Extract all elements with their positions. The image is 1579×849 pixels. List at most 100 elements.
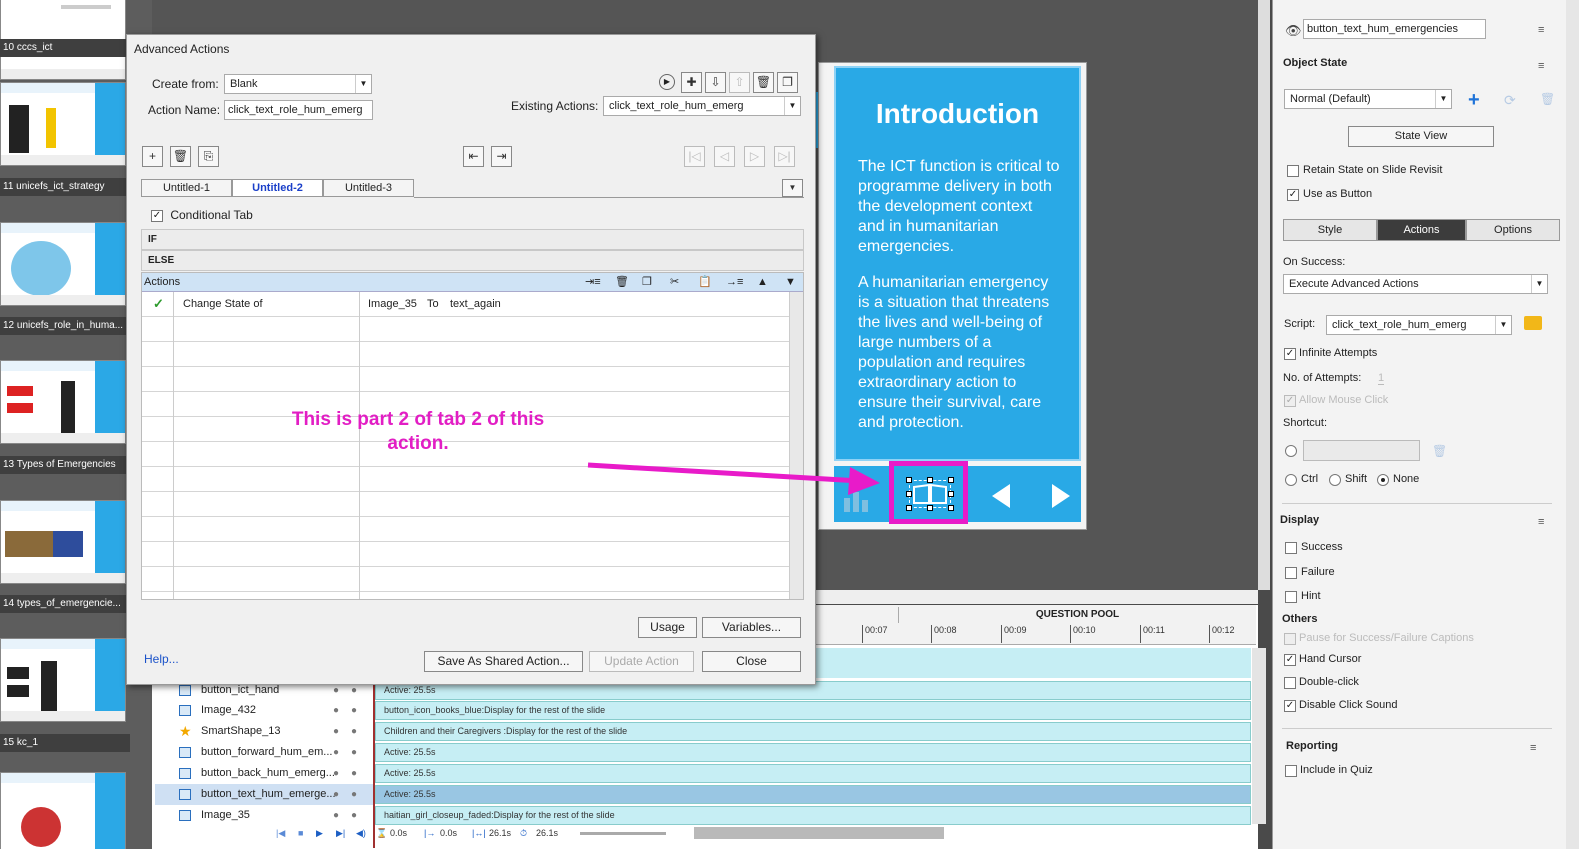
timeline-row[interactable]: Image_35 ●● haitian_girl_closeup_faded:D… (155, 805, 1251, 826)
timeline-row-selected[interactable]: button_text_hum_emerge... ●● Active: 25.… (155, 784, 1251, 805)
infinite-attempts-checkbox[interactable]: ✓ (1284, 348, 1296, 360)
visibility-dots[interactable]: ●● (333, 805, 369, 826)
move-decision-left-icon[interactable]: ⇤ (463, 146, 484, 167)
empty-action-row[interactable] (142, 367, 789, 392)
action-row[interactable]: ✓ Change State of Image_35 To text_again (142, 292, 789, 317)
question-pool-tab[interactable]: QUESTION POOL (898, 607, 1256, 623)
slide-label-14[interactable]: 14 types_of_emergencie... (0, 595, 130, 613)
object-state-select[interactable]: Normal (Default) ▼ (1284, 89, 1452, 109)
back-arrow-icon[interactable] (988, 482, 1014, 510)
close-button[interactable]: Close (702, 651, 801, 672)
delete-shortcut-icon[interactable]: 🗑 (1432, 444, 1447, 458)
selection-handle[interactable] (906, 491, 912, 497)
move-decision-right-icon[interactable]: ⇥ (491, 146, 512, 167)
disable-click-sound-checkbox[interactable]: ✓ (1284, 700, 1296, 712)
allow-mouse-click-checkbox[interactable]: ✓ (1284, 395, 1296, 407)
remove-decision-icon[interactable]: 🗑 (170, 146, 191, 167)
import-action-icon[interactable]: ⇩ (705, 72, 726, 93)
selection-handle[interactable] (948, 505, 954, 511)
timeline-row-bar[interactable]: haitian_girl_closeup_faded:Display for t… (375, 806, 1251, 825)
save-as-shared-action-button[interactable]: Save As Shared Action... (424, 651, 583, 672)
book-text-icon[interactable] (909, 480, 951, 508)
empty-action-row[interactable] (142, 342, 789, 367)
selection-handle[interactable] (906, 505, 912, 511)
slide-thumbnail-16[interactable] (0, 772, 126, 849)
panel-menu-icon[interactable]: ≡ (1538, 516, 1544, 528)
preview-play-icon[interactable]: ▶ (659, 74, 675, 90)
success-checkbox[interactable] (1285, 542, 1297, 554)
empty-action-row[interactable] (142, 317, 789, 342)
usage-button[interactable]: Usage (638, 617, 697, 638)
state-view-button[interactable]: State View (1348, 126, 1494, 147)
none-radio[interactable] (1377, 474, 1389, 486)
shift-radio[interactable] (1329, 474, 1341, 486)
delete-row-icon[interactable]: 🗑 (615, 273, 629, 291)
last-decision-icon[interactable]: ▷| (774, 146, 795, 167)
panel-menu-icon[interactable]: ≡ (1530, 742, 1536, 754)
duplicate-action-icon[interactable]: ❐ (777, 72, 798, 93)
timeline-row-bar[interactable]: Active: 25.5s (375, 764, 1251, 783)
timeline-horizontal-scrollbar[interactable] (694, 827, 944, 839)
action-target[interactable]: Image_35 (368, 298, 417, 310)
shortcut-radio[interactable] (1285, 445, 1297, 457)
move-up-icon[interactable]: ▲ (757, 273, 768, 291)
first-decision-icon[interactable]: |◁ (684, 146, 705, 167)
indent-row-icon[interactable]: →≡ (726, 273, 743, 291)
slide-label-15[interactable]: 15 kc_1 (0, 734, 130, 752)
failure-checkbox[interactable] (1285, 567, 1297, 579)
eye-icon[interactable]: 👁 (1285, 23, 1302, 39)
selection-handle[interactable] (948, 491, 954, 497)
object-name-input[interactable]: button_text_hum_emergencies (1303, 19, 1486, 39)
insert-row-icon[interactable]: ⇥≡ (585, 273, 601, 291)
forward-arrow-icon[interactable] (1048, 482, 1074, 510)
timeline-row[interactable]: Image_432 ●● button_icon_books_blue:Disp… (155, 700, 1251, 721)
slide-thumbnail-12[interactable] (0, 222, 126, 306)
slide-label-11[interactable]: 11 unicefs_ict_strategy (0, 178, 130, 196)
action-state[interactable]: text_again (450, 298, 501, 310)
last-frame-icon[interactable]: ▶| (336, 824, 345, 842)
update-action-button[interactable]: Update Action (589, 651, 694, 672)
stop-icon[interactable]: ■ (298, 824, 303, 842)
folder-icon[interactable] (1524, 316, 1542, 330)
tab-options[interactable]: Options (1466, 219, 1560, 241)
tab-untitled-1[interactable]: Untitled-1 (141, 179, 232, 197)
slide-label-10[interactable]: 10 cccs_ict (0, 39, 130, 57)
shortcut-input[interactable] (1303, 440, 1420, 461)
tab-actions[interactable]: Actions (1377, 219, 1466, 241)
paste-row-icon[interactable]: 📋 (698, 273, 712, 291)
timeline-row-bar[interactable]: Active: 25.5s (375, 785, 1251, 804)
selection-handle[interactable] (906, 477, 912, 483)
panel-menu-icon[interactable]: ≡ (1538, 24, 1544, 36)
delete-state-icon[interactable]: 🗑 (1540, 92, 1555, 106)
play-icon[interactable]: ▶ (316, 824, 323, 842)
include-in-quiz-checkbox[interactable] (1285, 765, 1297, 777)
double-click-checkbox[interactable] (1284, 677, 1296, 689)
previous-decision-icon[interactable]: ◁ (714, 146, 735, 167)
timeline-row-bar[interactable]: button_icon_books_blue:Display for the r… (375, 701, 1251, 720)
empty-action-row[interactable] (142, 517, 789, 542)
tab-style[interactable]: Style (1283, 219, 1377, 241)
add-action-icon[interactable]: ✚ (681, 72, 702, 93)
visibility-dots[interactable]: ●● (333, 742, 369, 763)
move-down-icon[interactable]: ▼ (785, 273, 796, 291)
stage-horizontal-scrollbar[interactable] (816, 590, 1258, 604)
timeline-row[interactable]: ★ SmartShape_13 ●● Children and their Car… (155, 721, 1251, 742)
empty-action-row[interactable] (142, 542, 789, 567)
actions-scrollbar[interactable] (789, 292, 803, 599)
cut-row-icon[interactable]: ✂ (670, 273, 679, 291)
variables-button[interactable]: Variables... (702, 617, 801, 638)
visibility-dots[interactable]: ●● (333, 721, 369, 742)
conditional-tab-checkbox[interactable]: ✓ Conditional Tab (151, 208, 253, 222)
selection-handle[interactable] (927, 505, 933, 511)
selection-handle[interactable] (948, 477, 954, 483)
slide-thumbnail-15[interactable] (0, 638, 126, 722)
slide-label-13[interactable]: 13 Types of Emergencies (0, 456, 130, 474)
existing-actions-select[interactable]: click_text_role_hum_emerg ▼ (603, 96, 801, 116)
slide-thumbnail-11[interactable] (0, 82, 126, 166)
if-section[interactable]: IF (141, 229, 804, 250)
timeline-row[interactable]: button_forward_hum_em... ●● Active: 25.5… (155, 742, 1251, 763)
hint-checkbox[interactable] (1285, 591, 1297, 603)
else-section[interactable]: ELSE (141, 250, 804, 271)
add-state-icon[interactable]: + (1468, 89, 1480, 112)
ctrl-radio[interactable] (1285, 474, 1297, 486)
